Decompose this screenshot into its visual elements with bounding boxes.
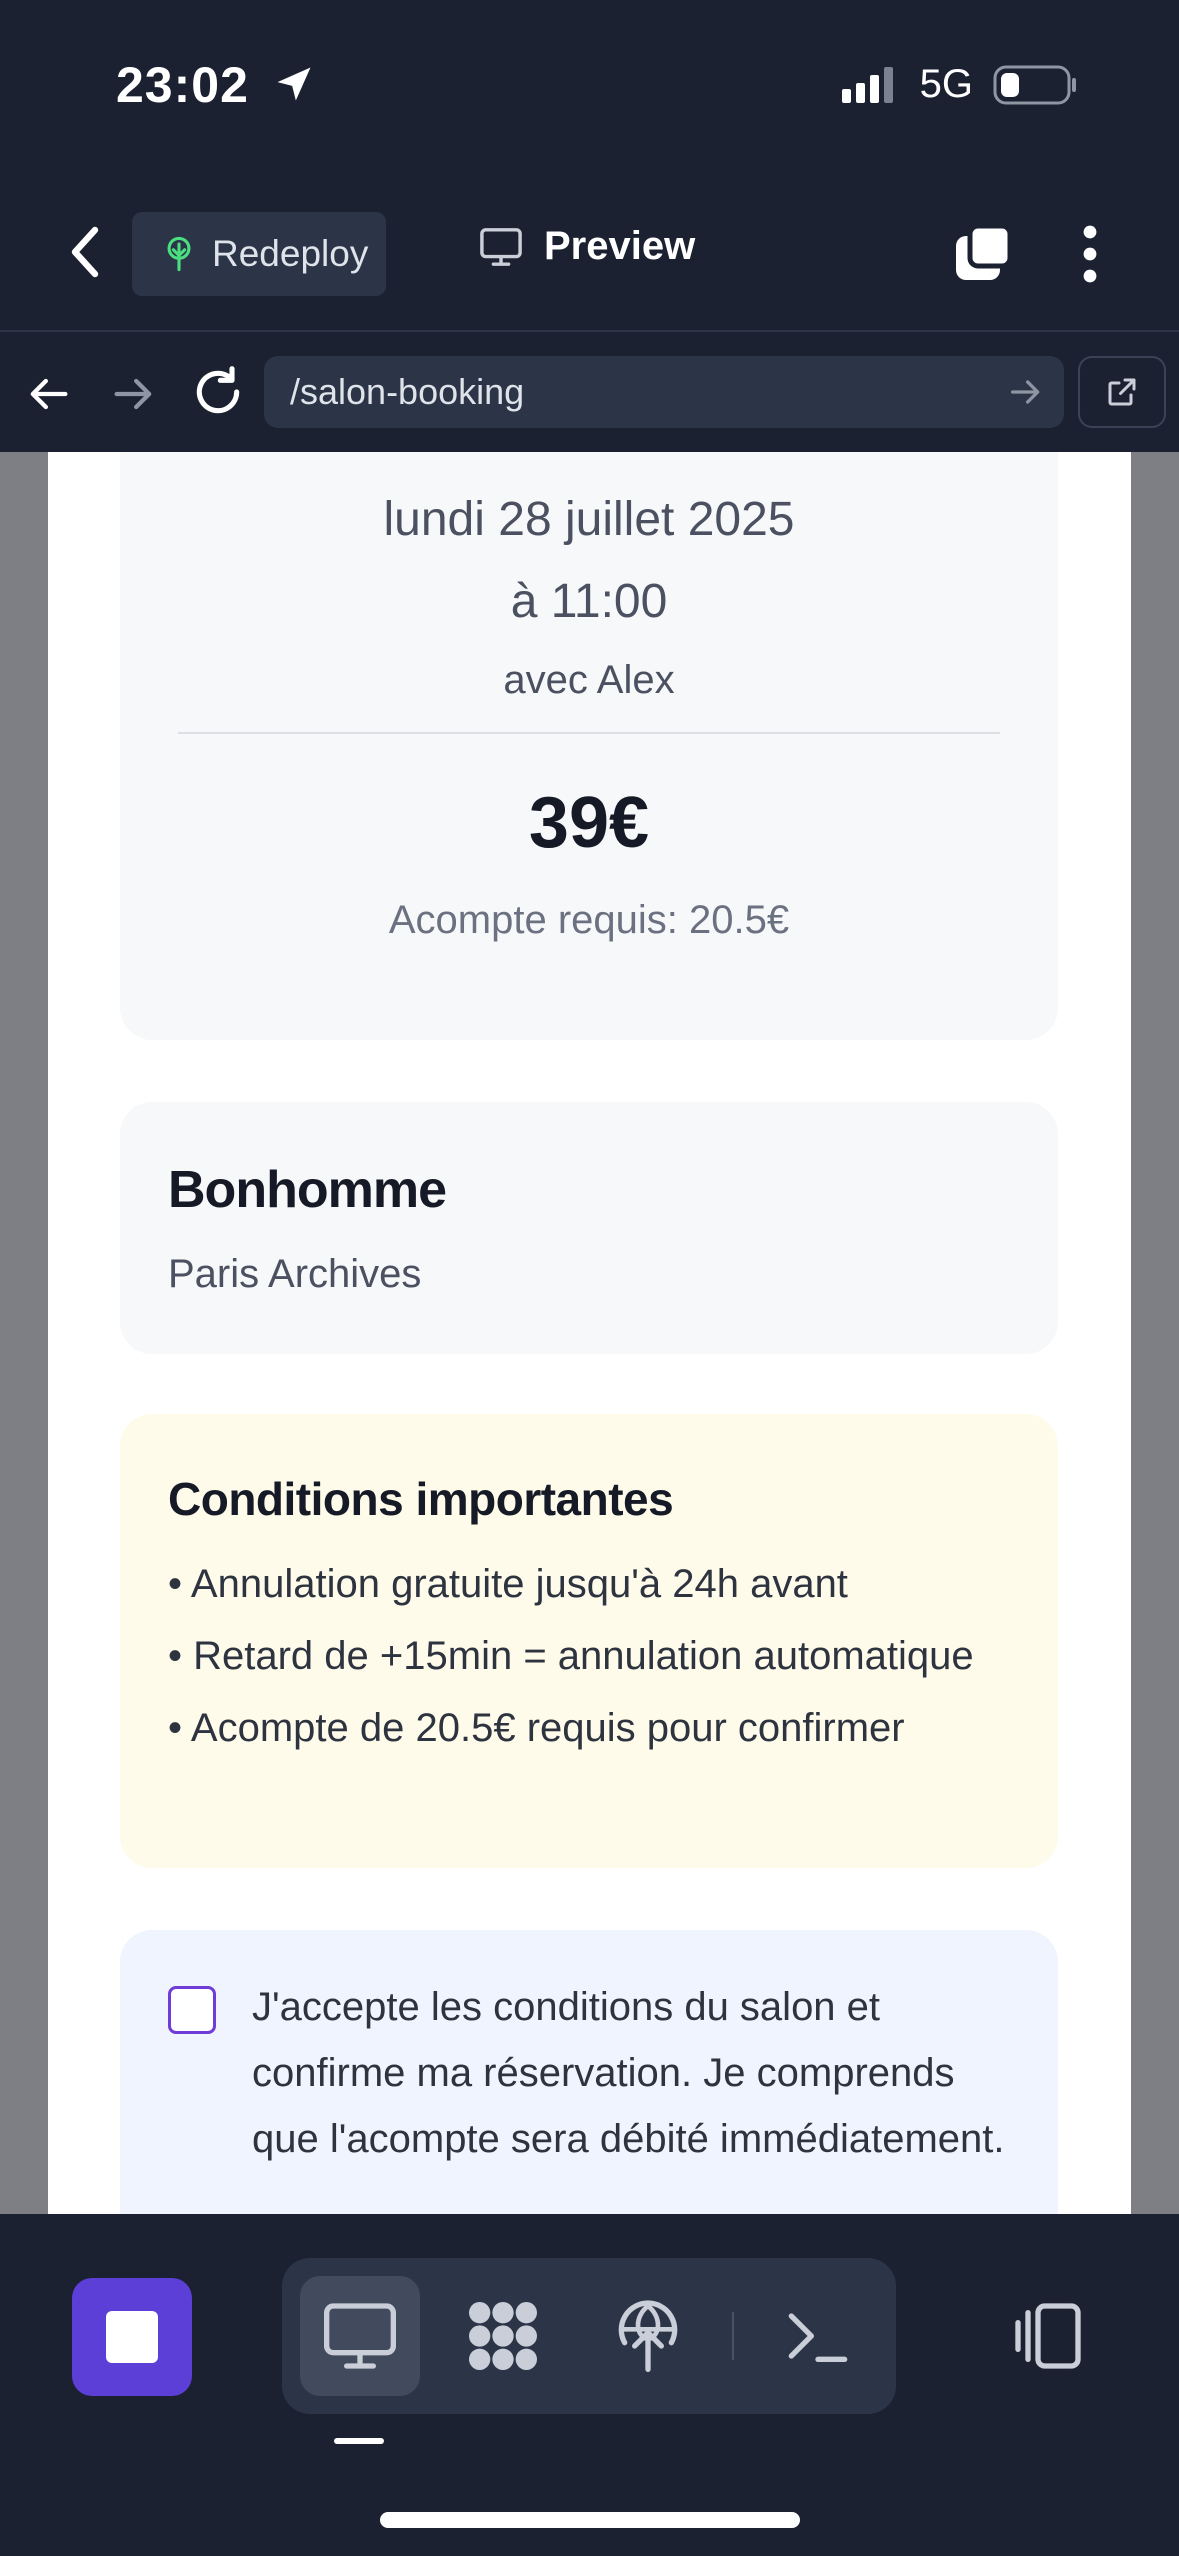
condition-item: • Acompte de 20.5€ requis pour confirmer [168, 1706, 905, 1750]
booking-summary-card: lundi 28 juillet 2025 à 11:00 avec Alex … [120, 452, 1058, 1040]
accept-label[interactable]: J'accepte les conditions du salon et con… [252, 1974, 1032, 2172]
redeploy-button[interactable]: Redeploy [132, 212, 386, 296]
salon-card: Bonhomme Paris Archives [120, 1102, 1058, 1354]
condition-item: • Retard de +15min = annulation automati… [168, 1634, 974, 1678]
header-divider [0, 330, 1179, 332]
more-vertical-icon[interactable] [1070, 222, 1110, 286]
reload-icon[interactable] [190, 364, 246, 420]
conditions-card: Conditions importantes • Annulation grat… [120, 1414, 1058, 1868]
arrow-left-icon[interactable] [22, 368, 74, 420]
stop-button[interactable] [72, 2278, 192, 2396]
booking-date: lundi 28 juillet 2025 [383, 493, 795, 546]
summary-divider [178, 732, 1000, 734]
condition-item: • Annulation gratuite jusqu'à 24h avant [168, 1562, 848, 1606]
preview-tab[interactable]: Preview [478, 224, 695, 269]
conditions-title: Conditions importantes [168, 1473, 674, 1525]
tabs-icon[interactable] [950, 222, 1014, 286]
booking-stylist: avec Alex [503, 658, 675, 702]
tree-icon [167, 236, 191, 272]
open-external-button[interactable] [1078, 356, 1166, 428]
location-arrow-icon [277, 67, 311, 101]
url-field[interactable]: /salon-booking [264, 356, 1064, 428]
battery-icon [993, 65, 1076, 104]
switcher-separator [732, 2312, 734, 2360]
terminal-icon[interactable] [778, 2296, 858, 2376]
panel-icon[interactable] [1008, 2296, 1088, 2376]
booking-price: 39€ [528, 783, 650, 863]
conditions-list: • Annulation gratuite jusqu'à 24h avant … [168, 1554, 1028, 1770]
salon-name: Bonhomme [168, 1161, 447, 1219]
salon-location: Paris Archives [168, 1252, 422, 1296]
grid-blob-icon[interactable] [463, 2296, 543, 2376]
monitor-icon[interactable] [320, 2296, 400, 2376]
booking-time: à 11:00 [510, 575, 668, 628]
url-text: /salon-booking [290, 371, 525, 412]
accept-conditions-card[interactable]: J'accepte les conditions du salon et con… [120, 1930, 1058, 2214]
globe-up-icon[interactable] [608, 2296, 688, 2376]
chevron-left-icon[interactable] [60, 222, 110, 282]
redeploy-label: Redeploy [212, 233, 369, 274]
signal-icon [841, 66, 893, 103]
arrow-right-icon[interactable] [108, 368, 160, 420]
active-tab-indicator [334, 2438, 384, 2444]
status-indicators: 5G [840, 62, 1079, 107]
deposit-required: Acompte requis: 20.5€ [388, 898, 790, 942]
go-arrow-icon[interactable] [1006, 372, 1046, 412]
home-indicator[interactable] [380, 2512, 800, 2528]
external-link-icon [1108, 378, 1136, 406]
status-time: 23:02 [116, 57, 249, 113]
network-type: 5G [919, 62, 973, 106]
preview-label: Preview [544, 224, 696, 268]
accept-checkbox[interactable] [168, 1986, 216, 2034]
stop-icon [106, 2311, 158, 2363]
monitor-icon [480, 227, 522, 266]
booking-page: lundi 28 juillet 2025 à 11:00 avec Alex … [48, 452, 1131, 2214]
